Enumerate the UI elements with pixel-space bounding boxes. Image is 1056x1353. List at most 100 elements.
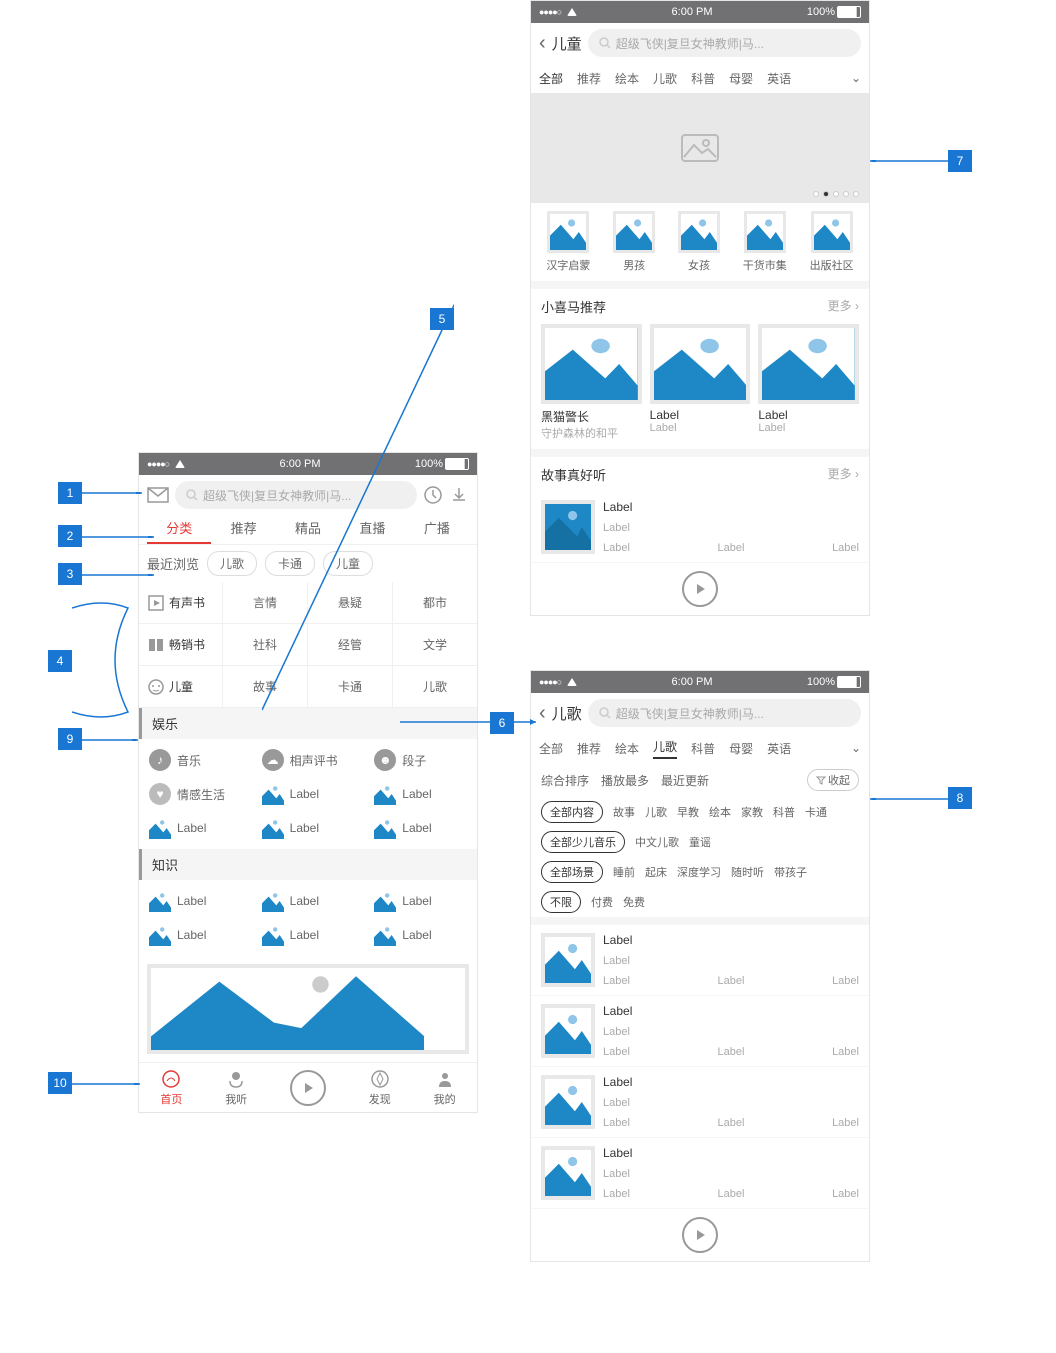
back-icon[interactable]: ‹: [539, 702, 546, 725]
filter-pill[interactable]: 不限: [541, 891, 581, 913]
grid-item[interactable]: Label: [139, 811, 252, 845]
grid-item[interactable]: Label: [252, 777, 365, 811]
grid-cell[interactable]: 言情: [223, 582, 308, 623]
category-item[interactable]: 干货市集: [743, 211, 787, 273]
grid-item[interactable]: Label: [364, 918, 477, 952]
history-icon[interactable]: [423, 485, 443, 505]
nav-home[interactable]: 首页: [160, 1069, 182, 1107]
card[interactable]: 黑猫警长守护森林的和平: [541, 324, 642, 441]
nav-play[interactable]: [290, 1070, 326, 1106]
filter-option[interactable]: 起床: [645, 864, 667, 880]
filter-option[interactable]: 睡前: [613, 864, 635, 880]
chevron-down-icon[interactable]: ⌄: [851, 741, 861, 755]
nav-discover[interactable]: 发现: [369, 1069, 391, 1107]
list-item[interactable]: Label Label LabelLabelLabel: [531, 492, 869, 563]
play-button[interactable]: [682, 571, 718, 607]
sort-option[interactable]: 综合排序: [541, 772, 589, 789]
collapse-button[interactable]: 收起: [807, 769, 859, 791]
list-item[interactable]: LabelLabelLabelLabelLabel: [531, 1138, 869, 1209]
row-head[interactable]: 畅销书: [139, 624, 223, 665]
grid-cell[interactable]: 文学: [393, 624, 477, 665]
grid-item[interactable]: Label: [364, 811, 477, 845]
filter-option[interactable]: 绘本: [709, 804, 731, 820]
grid-cell[interactable]: 经管: [308, 624, 393, 665]
grid-cell[interactable]: 卡通: [308, 666, 393, 707]
grid-item[interactable]: Label: [252, 884, 365, 918]
recent-chip[interactable]: 卡通: [265, 551, 315, 576]
card[interactable]: LabelLabel: [650, 324, 751, 441]
sub-tab[interactable]: 儿歌: [653, 738, 677, 759]
card[interactable]: LabelLabel: [758, 324, 859, 441]
grid-item[interactable]: Label: [252, 918, 365, 952]
sort-option[interactable]: 最近更新: [661, 772, 709, 789]
download-icon[interactable]: [449, 485, 469, 505]
sub-tab[interactable]: 科普: [691, 70, 715, 87]
tab-radio[interactable]: 广播: [405, 515, 469, 544]
grid-item[interactable]: Label: [139, 884, 252, 918]
sub-tab[interactable]: 绘本: [615, 740, 639, 757]
filter-pill[interactable]: 全部少儿音乐: [541, 831, 625, 853]
filter-option[interactable]: 深度学习: [677, 864, 721, 880]
filter-option[interactable]: 付费: [591, 894, 613, 910]
grid-cell[interactable]: 都市: [393, 582, 477, 623]
search-input[interactable]: 超级飞侠|复旦女神教师|马...: [588, 29, 861, 57]
tab-boutique[interactable]: 精品: [276, 515, 340, 544]
grid-item[interactable]: ♥情感生活: [139, 777, 252, 811]
row-head[interactable]: 儿童: [139, 666, 223, 707]
grid-item[interactable]: ☻段子: [364, 743, 477, 777]
grid-item[interactable]: ♪音乐: [139, 743, 252, 777]
filter-option[interactable]: 随时听: [731, 864, 764, 880]
filter-pill[interactable]: 全部场景: [541, 861, 603, 883]
filter-option[interactable]: 科普: [773, 804, 795, 820]
banner[interactable]: [147, 964, 469, 1054]
filter-option[interactable]: 卡通: [805, 804, 827, 820]
tab-live[interactable]: 直播: [340, 515, 404, 544]
filter-pill[interactable]: 全部内容: [541, 801, 603, 823]
category-item[interactable]: 女孩: [678, 211, 720, 273]
grid-cell[interactable]: 故事: [223, 666, 308, 707]
recent-chip[interactable]: 儿童: [323, 551, 373, 576]
tab-recommend[interactable]: 推荐: [211, 515, 275, 544]
category-item[interactable]: 男孩: [613, 211, 655, 273]
sub-tab[interactable]: 推荐: [577, 70, 601, 87]
filter-option[interactable]: 早教: [677, 804, 699, 820]
nav-listen[interactable]: 我听: [225, 1069, 247, 1107]
sub-tab[interactable]: 英语: [767, 740, 791, 757]
sub-tab[interactable]: 推荐: [577, 740, 601, 757]
back-icon[interactable]: ‹: [539, 32, 546, 55]
sub-tab[interactable]: 全部: [539, 70, 563, 87]
grid-item[interactable]: Label: [364, 884, 477, 918]
sub-tab[interactable]: 母婴: [729, 740, 753, 757]
sub-tab[interactable]: 绘本: [615, 70, 639, 87]
filter-option[interactable]: 儿歌: [645, 804, 667, 820]
more-link[interactable]: 更多 ›: [828, 465, 859, 484]
grid-cell[interactable]: 儿歌: [393, 666, 477, 707]
recent-chip[interactable]: 儿歌: [207, 551, 257, 576]
sub-tab[interactable]: 母婴: [729, 70, 753, 87]
sub-tab[interactable]: 全部: [539, 740, 563, 757]
category-item[interactable]: 出版社区: [810, 211, 854, 273]
grid-item[interactable]: Label: [252, 811, 365, 845]
filter-option[interactable]: 故事: [613, 804, 635, 820]
filter-option[interactable]: 带孩子: [774, 864, 807, 880]
play-button[interactable]: [682, 1217, 718, 1253]
grid-item[interactable]: Label: [364, 777, 477, 811]
filter-option[interactable]: 免费: [623, 894, 645, 910]
list-item[interactable]: LabelLabelLabelLabelLabel: [531, 1067, 869, 1138]
list-item[interactable]: LabelLabelLabelLabelLabel: [531, 996, 869, 1067]
filter-option[interactable]: 童谣: [689, 834, 711, 850]
more-link[interactable]: 更多 ›: [828, 297, 859, 316]
grid-item[interactable]: Label: [139, 918, 252, 952]
nav-mine[interactable]: 我的: [434, 1069, 456, 1107]
search-input[interactable]: 超级飞侠|复旦女神教师|马...: [588, 699, 861, 727]
row-head[interactable]: 有声书: [139, 582, 223, 623]
sub-tab[interactable]: 儿歌: [653, 70, 677, 87]
search-input[interactable]: 超级飞侠|复旦女神教师|马...: [175, 481, 417, 509]
list-item[interactable]: LabelLabelLabelLabelLabel: [531, 925, 869, 996]
hero-banner[interactable]: [531, 93, 869, 203]
filter-option[interactable]: 家教: [741, 804, 763, 820]
category-item[interactable]: 汉字启蒙: [546, 211, 590, 273]
grid-item[interactable]: ☁相声评书: [252, 743, 365, 777]
sub-tab[interactable]: 科普: [691, 740, 715, 757]
grid-cell[interactable]: 社科: [223, 624, 308, 665]
